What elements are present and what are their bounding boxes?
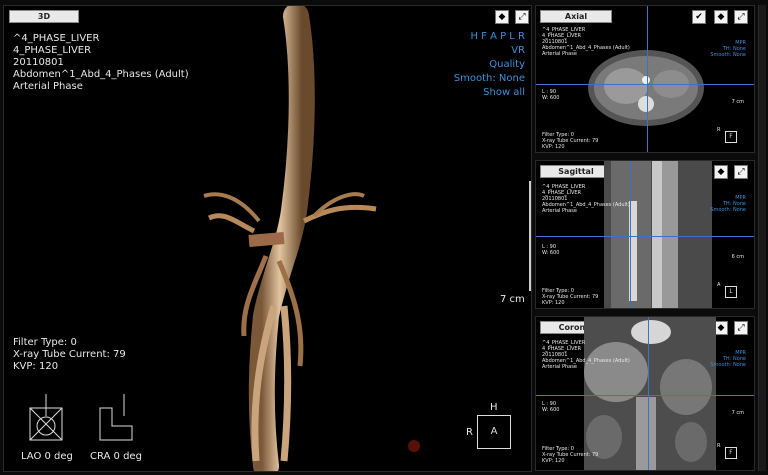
axial-patient-info: ^4_PHASE_LIVER 4_PHASE_LIVER 20110801 Abdom…	[542, 27, 630, 57]
lao-icon	[29, 394, 63, 441]
main-3d-viewport[interactable]: 3D ◆ ⤢ ^4_PHASE_LIVER 4_PHASE_LIVER 2011…	[3, 5, 532, 472]
sagittal-orient-top: A	[717, 282, 721, 288]
orientation-letters[interactable]: H F A P L R	[454, 30, 525, 44]
sagittal-scale: 6 cm	[731, 254, 744, 260]
sagittal-orient-box[interactable]: L	[725, 286, 737, 298]
smooth-menu[interactable]: Smooth: None	[454, 72, 525, 86]
coronal-scale: 7 cm	[731, 410, 744, 416]
scale-label: 7 cm	[500, 294, 525, 305]
axial-crosshair-v[interactable]	[647, 6, 648, 152]
coronal-patient-info: ^4_PHASE_LIVER 4_PHASE_LIVER 20110801 Abdom…	[542, 340, 630, 370]
orientation-cube[interactable]: A	[477, 415, 511, 449]
sagittal-right-info: MPR TH: None Smooth: None	[710, 195, 746, 213]
coronal-orient-top: R	[717, 443, 721, 449]
sagittal-crosshair-v[interactable]	[630, 161, 631, 308]
sagittal-viewport[interactable]: Sagittal ✔ ◆ ⤢ ^4_PHASE_LIVER4_PHASE_LIV…	[535, 160, 755, 309]
orient-left: R	[466, 427, 473, 438]
sagittal-crosshair-h[interactable]	[536, 236, 754, 237]
sagittal-filter: Filter Type: 0 X-ray Tube Current: 79 KVP:…	[542, 288, 599, 306]
axial-orient-box[interactable]: F	[725, 131, 737, 143]
cra-angle: CRA 0 deg	[90, 451, 142, 462]
filter-info: Filter Type: 0 X-ray Tube Current: 79 KV…	[13, 337, 126, 372]
coronal-crosshair-v[interactable]	[648, 317, 649, 470]
coronal-filter: Filter Type: 0 X-ray Tube Current: 79 KVP:…	[542, 446, 599, 464]
axial-wl: L : 90 W: 600	[542, 89, 560, 101]
cra-icon	[99, 394, 133, 441]
patient-info: ^4_PHASE_LIVER 4_PHASE_LIVER 20110801 Ab…	[13, 33, 189, 92]
render-menu[interactable]: H F A P L R VR Quality Smooth: None Show…	[454, 30, 525, 100]
axial-right-info: MPR TH: None Smooth: None	[710, 40, 746, 58]
coronal-right-info: MPR TH: None Smooth: None	[710, 350, 746, 368]
axial-crosshair-h[interactable]	[536, 84, 754, 85]
coronal-orient-box[interactable]: F	[725, 447, 737, 459]
right-scrollbar[interactable]	[758, 5, 766, 471]
orient-top: H	[490, 402, 498, 413]
axial-scale: 7 cm	[731, 99, 744, 105]
coronal-viewport[interactable]: Coronal ✔ ◆ ⤢ ^4_PHASE_LIVER4_PHASE_LIVE…	[535, 316, 755, 471]
coronal-crosshair-h[interactable]	[536, 395, 754, 396]
axial-orient-top: R	[717, 127, 721, 133]
scale-bar	[529, 181, 531, 291]
coronal-wl: L : 90 W: 600	[542, 401, 560, 413]
sagittal-wl: L : 90 W: 600	[542, 244, 560, 256]
quality-menu[interactable]: Quality	[454, 58, 525, 72]
axial-filter: Filter Type: 0 X-ray Tube Current: 79 KVP:…	[542, 132, 599, 150]
show-all-menu[interactable]: Show all	[454, 86, 525, 100]
lao-angle: LAO 0 deg	[21, 451, 73, 462]
render-mode[interactable]: VR	[454, 44, 525, 58]
axial-viewport[interactable]: Axial ✔ ◆ ⤢ ^4_PHASE_LIVER 4_PHASE_LIVER 2…	[535, 5, 755, 153]
sagittal-patient-info: ^4_PHASE_LIVER 4_PHASE_LIVER 20110801 Abdom…	[542, 184, 630, 214]
